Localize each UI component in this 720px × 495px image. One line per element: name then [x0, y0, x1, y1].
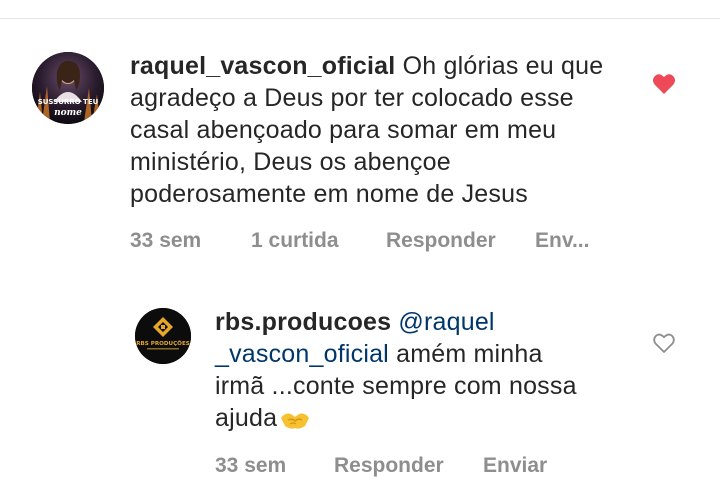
- avatar-text-line1: RBS PRODUÇÕES: [136, 340, 190, 347]
- reply-body-line3: irmã ...conte sempre com nossa: [215, 372, 577, 400]
- comment: SUSSURRO TEU nome raquel_vascon_oficial …: [32, 50, 702, 260]
- avatar[interactable]: RBS PRODUÇÕES: [135, 308, 191, 364]
- reply-text: rbs.producoes @raquel _vascon_oficial am…: [215, 306, 635, 440]
- reply-body-line4: ajuda: [215, 404, 278, 432]
- comment-likes[interactable]: 1 curtida: [251, 229, 339, 253]
- reply-button[interactable]: Responder: [334, 454, 444, 478]
- reply-username[interactable]: rbs.producoes: [215, 308, 391, 336]
- heart-filled-icon[interactable]: [652, 73, 676, 100]
- avatar-text-line1: SUSSURRO TEU: [38, 98, 99, 106]
- comment-time[interactable]: 33 sem: [130, 229, 201, 253]
- avatar-text-line2: nome: [54, 108, 82, 118]
- avatar-image: RBS PRODUÇÕES: [135, 308, 191, 364]
- reply-comment: RBS PRODUÇÕES rbs.producoes @raquel _vas…: [135, 306, 685, 486]
- reply-time[interactable]: 33 sem: [215, 454, 286, 478]
- send-button[interactable]: Enviar: [483, 454, 547, 478]
- send-button[interactable]: Env...: [535, 229, 589, 253]
- handshake-emoji: [279, 408, 311, 440]
- avatar-image: SUSSURRO TEU nome: [32, 52, 104, 124]
- reply-button[interactable]: Responder: [386, 229, 496, 253]
- comment-username[interactable]: raquel_vascon_oficial: [130, 52, 395, 80]
- reply-mention-part2[interactable]: _vascon_oficial: [215, 340, 389, 368]
- comment-text: raquel_vascon_oficial Oh glórias eu que …: [130, 50, 630, 210]
- top-divider: [0, 18, 720, 19]
- avatar[interactable]: SUSSURRO TEU nome: [32, 52, 104, 124]
- heart-outline-icon[interactable]: [652, 332, 676, 359]
- reply-mention-part1[interactable]: @raquel: [398, 308, 494, 336]
- reply-body: amém minha: [396, 340, 543, 368]
